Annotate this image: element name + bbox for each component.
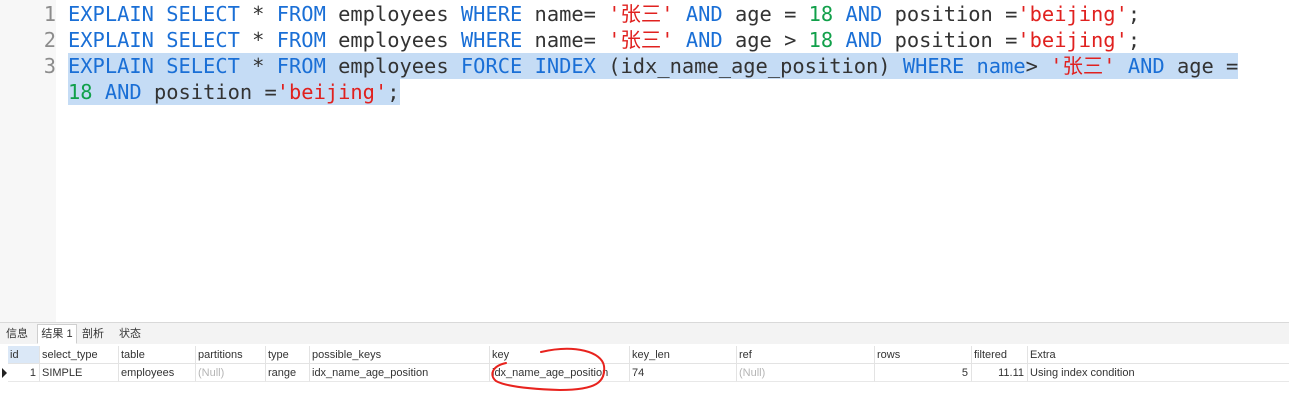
column-header-key-len[interactable]: key_len bbox=[630, 346, 737, 364]
sql-text: > bbox=[1025, 54, 1051, 78]
sql-text: age > bbox=[722, 28, 809, 52]
sql-keyword: WHERE bbox=[460, 28, 523, 52]
sql-text: name= bbox=[522, 2, 609, 26]
column-header-select-type[interactable]: select_type bbox=[40, 346, 119, 364]
sql-keyword: AND bbox=[845, 28, 883, 52]
sql-keyword: name bbox=[976, 54, 1026, 78]
sql-number: 18 bbox=[808, 28, 834, 52]
sql-text: ; bbox=[1127, 2, 1141, 26]
cell-select-type[interactable]: SIMPLE bbox=[40, 364, 119, 382]
cell-id[interactable]: 1 bbox=[8, 364, 40, 382]
sql-text: age = bbox=[722, 2, 809, 26]
tab-result-1[interactable]: 结果 1 bbox=[37, 324, 77, 344]
cell-rows[interactable]: 5 bbox=[875, 364, 972, 382]
current-row-marker-icon bbox=[2, 368, 7, 378]
column-header-id[interactable]: id bbox=[8, 346, 40, 364]
sql-keyword: AND bbox=[1127, 54, 1165, 78]
sql-text: ; bbox=[387, 80, 400, 104]
cell-key[interactable]: idx_name_age_position bbox=[490, 364, 630, 382]
sql-keyword: AND bbox=[685, 28, 723, 52]
column-header-table[interactable]: table bbox=[119, 346, 196, 364]
sql-text: * bbox=[239, 54, 277, 78]
column-header-rows[interactable]: rows bbox=[875, 346, 972, 364]
sql-keyword: EXPLAIN bbox=[68, 54, 154, 78]
sql-keyword: FORCE bbox=[460, 54, 523, 78]
sql-keyword: SELECT bbox=[166, 54, 240, 78]
cell-key-len[interactable]: 74 bbox=[630, 364, 737, 382]
sql-number: 18 bbox=[808, 2, 834, 26]
sql-keyword: AND bbox=[845, 2, 883, 26]
column-header-extra[interactable]: Extra bbox=[1028, 346, 1289, 364]
column-header-partitions[interactable]: partitions bbox=[196, 346, 266, 364]
cell-ref[interactable]: (Null) bbox=[737, 364, 875, 382]
sql-keyword: INDEX bbox=[534, 54, 596, 78]
sql-string: '张三' bbox=[1050, 54, 1116, 78]
sql-text: name= bbox=[522, 28, 609, 52]
sql-keyword: WHERE bbox=[902, 54, 965, 78]
sql-keyword: AND bbox=[104, 80, 142, 104]
line-number: 2 bbox=[43, 28, 56, 52]
sql-keyword: AND bbox=[685, 2, 723, 26]
result-grid[interactable]: id select_type table partitions type pos… bbox=[0, 344, 1289, 418]
column-header-possible-keys[interactable]: possible_keys bbox=[310, 346, 490, 364]
sql-text: ; bbox=[1127, 28, 1141, 52]
column-header-key[interactable]: key bbox=[490, 346, 630, 364]
cell-filtered[interactable]: 11.11 bbox=[972, 364, 1028, 382]
sql-keyword: FROM bbox=[276, 54, 326, 78]
column-header-ref[interactable]: ref bbox=[737, 346, 875, 364]
sql-keyword: WHERE bbox=[460, 2, 523, 26]
sql-keyword: FROM bbox=[276, 28, 326, 52]
line-number: 1 bbox=[43, 2, 56, 26]
sql-number: 18 bbox=[68, 80, 93, 104]
sql-keyword: FROM bbox=[276, 2, 326, 26]
sql-text: * bbox=[239, 28, 277, 52]
sql-string: '张三' bbox=[608, 2, 674, 26]
cell-table[interactable]: employees bbox=[119, 364, 196, 382]
sql-text: (idx_name_age_position) bbox=[595, 54, 903, 78]
sql-text: employees bbox=[325, 54, 461, 78]
result-tabs: 信息 结果 1 剖析 状态 bbox=[0, 322, 1289, 345]
sql-text: position = bbox=[882, 28, 1018, 52]
cell-partitions[interactable]: (Null) bbox=[196, 364, 266, 382]
cell-extra[interactable]: Using index condition bbox=[1028, 364, 1289, 382]
selected-text[interactable]: 18 AND position ='beijing'; bbox=[68, 79, 400, 105]
column-header-type[interactable]: type bbox=[266, 346, 310, 364]
grid-header-row: id select_type table partitions type pos… bbox=[0, 346, 1289, 364]
sql-text: * bbox=[239, 2, 277, 26]
cell-type[interactable]: range bbox=[266, 364, 310, 382]
sql-text: position = bbox=[141, 80, 277, 104]
tab-info[interactable]: 信息 bbox=[2, 325, 32, 343]
cell-possible-keys[interactable]: idx_name_age_position bbox=[310, 364, 490, 382]
sql-string: 'beijing' bbox=[276, 80, 388, 104]
selected-text[interactable]: EXPLAIN SELECT * FROM employees FORCE IN… bbox=[68, 53, 1239, 79]
tab-status[interactable]: 状态 bbox=[117, 325, 143, 343]
sql-string: 'beijing' bbox=[1017, 2, 1128, 26]
sql-string: '张三' bbox=[608, 28, 674, 52]
sql-text: position = bbox=[882, 2, 1018, 26]
sql-editor[interactable]: 1 EXPLAIN SELECT * FROM employees WHERE … bbox=[0, 0, 1289, 322]
sql-text: age = bbox=[1164, 54, 1239, 78]
sql-keyword: EXPLAIN bbox=[68, 2, 154, 26]
sql-string: 'beijing' bbox=[1017, 28, 1128, 52]
sql-keyword: SELECT bbox=[166, 2, 240, 26]
sql-text: employees bbox=[325, 28, 461, 52]
table-row[interactable]: 1 SIMPLE employees (Null) range idx_name… bbox=[0, 364, 1289, 382]
sql-keyword: EXPLAIN bbox=[68, 28, 154, 52]
tab-profile[interactable]: 剖析 bbox=[80, 325, 106, 343]
column-header-filtered[interactable]: filtered bbox=[972, 346, 1028, 364]
line-number: 3 bbox=[43, 54, 56, 78]
sql-text: employees bbox=[325, 2, 461, 26]
sql-keyword: SELECT bbox=[166, 28, 240, 52]
